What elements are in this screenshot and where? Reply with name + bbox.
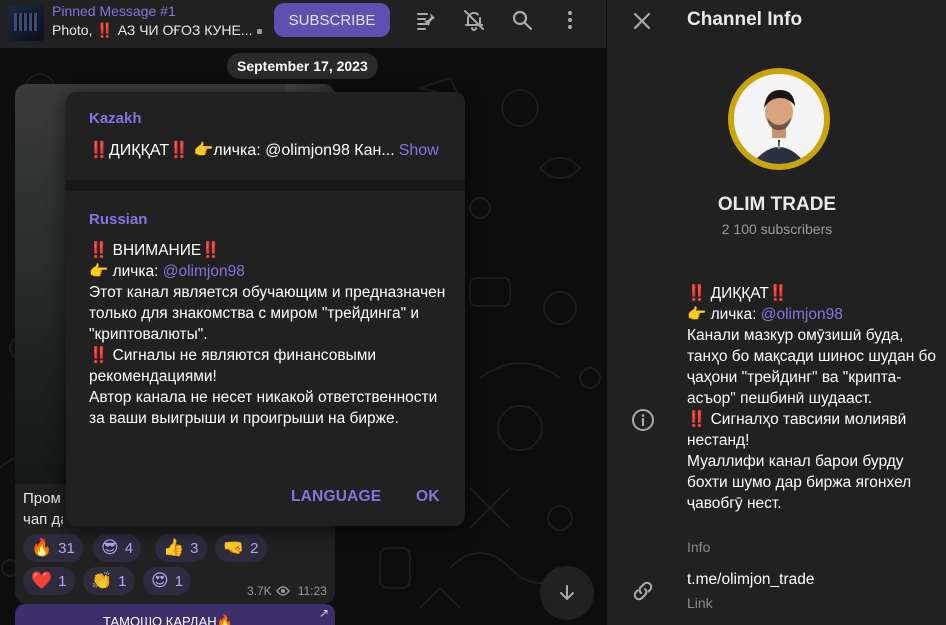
more-icon[interactable] <box>556 6 584 34</box>
pinned-message-indicator <box>256 28 262 34</box>
reaction-count: 4 <box>124 539 134 557</box>
description-line: 👉 личка: @olimjon98 <box>687 304 937 325</box>
message-text-line: чап да <box>23 511 63 528</box>
translated-text: ‼️ ВНИМАНИЕ‼️ 👉 личка: @olimjon98 Этот к… <box>89 240 449 429</box>
translated-line: Автор канала не несет никакой ответствен… <box>89 389 438 427</box>
username-link[interactable]: @olimjon98 <box>761 306 843 323</box>
channel-description[interactable]: ‼️ ДИҚҚАТ‼️ 👉 личка: @olimjon98 Канали м… <box>687 283 937 514</box>
chat-header: Pinned Message #1 Photo, ‼️ АЗ ЧИ ОҒОЗ К… <box>0 0 606 48</box>
reaction-emoji: 👍 <box>163 538 185 557</box>
telegram-window: Pinned Message #1 Photo, ‼️ АЗ ЧИ ОҒОЗ К… <box>0 0 946 625</box>
message-text-line: Пром <box>23 490 61 507</box>
reaction-chip[interactable]: ❤️ 1 <box>23 567 75 595</box>
description-line: Муаллифи канал барои бурду бохти шумо да… <box>687 453 912 512</box>
target-language-label: Russian <box>89 211 148 228</box>
pinned-list-icon[interactable] <box>413 6 441 34</box>
reaction-emoji: 😍 <box>151 571 169 590</box>
message-time: 11:23 <box>297 584 327 598</box>
channel-name: OLIM TRADE <box>717 194 837 215</box>
avatar-photo <box>734 74 824 164</box>
language-button[interactable]: LANGUAGE <box>291 488 381 506</box>
description-line-prefix: 👉 личка: <box>687 306 761 323</box>
panel-title: Channel Info <box>687 9 803 30</box>
message-meta: 3.7K 11:23 <box>247 584 327 598</box>
translated-line: ‼️ ВНИМАНИЕ‼️ <box>89 242 221 259</box>
show-more-link[interactable]: Show <box>399 142 439 159</box>
description-line: Канали мазкур омӯзишӣ буда, танҳо бо мақ… <box>687 327 937 407</box>
reaction-chip[interactable]: 🔥 31 <box>23 534 83 562</box>
reaction-count: 3 <box>190 539 199 557</box>
next-message-text: ТАМОШО КАРДАН🔥 <box>103 614 233 625</box>
username-link[interactable]: @olimjon98 <box>163 263 245 280</box>
message-text: Пром чап да <box>23 488 63 530</box>
search-icon[interactable] <box>508 6 536 34</box>
description-line: ‼️ ДИҚҚАТ‼️ <box>687 285 789 302</box>
ok-button[interactable]: OK <box>416 488 440 506</box>
channel-avatar[interactable] <box>728 68 830 170</box>
mute-icon[interactable] <box>460 6 488 34</box>
translated-line: Этот канал является обучающим и предназн… <box>89 284 446 343</box>
pinned-message-emoji: ‼️ <box>96 22 114 38</box>
arrow-down-icon <box>560 585 574 601</box>
link-row-label: Link <box>687 595 713 611</box>
translated-line: 👉 личка: @olimjon98 <box>89 261 449 282</box>
translated-line: ‼️ Сигналы не являются финансовыми реком… <box>89 347 377 385</box>
reaction-chip[interactable]: 🤜 2 <box>215 534 267 562</box>
reaction-chip[interactable]: 😎 4 <box>93 534 142 562</box>
reaction-chip[interactable]: 👏 1 <box>83 567 135 595</box>
kazakh-section: Kazakh ‼️ДИҚҚАТ‼️ 👉личка: @olimjon98 Кан… <box>66 92 465 180</box>
info-row-label: Info <box>687 539 711 555</box>
chat-area: Pinned Message #1 Photo, ‼️ АЗ ЧИ ОҒОЗ К… <box>0 0 606 625</box>
pinned-message-prefix: Photo, <box>52 22 97 38</box>
pinned-message-title[interactable]: Pinned Message #1 <box>52 3 176 19</box>
reaction-count: 1 <box>174 572 184 590</box>
link-icon <box>631 579 655 603</box>
channel-info-panel: Channel Info OLIM TRADE 2 100 subscriber… <box>606 0 946 625</box>
translated-line-prefix: 👉 личка: <box>89 263 163 280</box>
reaction-emoji: 👏 <box>91 571 113 590</box>
pinned-message-thumbnail[interactable] <box>8 5 44 41</box>
next-message-bubble[interactable]: ТАМОШО КАРДАН🔥 ↗ <box>15 604 335 625</box>
reaction-emoji: ❤️ <box>31 571 53 590</box>
pinned-message-preview[interactable]: Photo, ‼️ АЗ ЧИ ОҒОЗ КУНЕ... <box>52 22 262 39</box>
view-count: 3.7K <box>247 584 272 598</box>
reaction-emoji: 😎 <box>101 538 119 557</box>
reaction-count: 1 <box>58 572 67 590</box>
translate-dialog: Kazakh ‼️ДИҚҚАТ‼️ 👉личка: @olimjon98 Кан… <box>66 92 465 526</box>
subscribe-button[interactable]: SUBSCRIBE <box>274 3 390 37</box>
subscriber-count: 2 100 subscribers <box>721 221 833 237</box>
close-icon[interactable] <box>629 8 655 34</box>
dialog-divider <box>66 180 465 191</box>
scroll-down-button[interactable] <box>540 566 594 620</box>
date-separator: September 17, 2023 <box>227 53 378 79</box>
pinned-message-text: АЗ ЧИ ОҒОЗ КУНЕ... <box>113 22 253 38</box>
description-line: ‼️ Сигналҳо тавсияи молиявӣ нестанд! <box>687 411 907 449</box>
forward-arrow-icon[interactable]: ↗ <box>319 606 329 620</box>
eye-icon <box>275 586 290 596</box>
reaction-count: 2 <box>250 539 259 557</box>
reaction-chip[interactable]: 😍 1 <box>143 567 192 595</box>
reaction-chip[interactable]: 👍 3 <box>155 534 207 562</box>
source-text: ‼️ДИҚҚАТ‼️ 👉личка: @olimjon98 Кан... Show <box>89 140 439 160</box>
info-icon <box>631 408 655 432</box>
reaction-count: 31 <box>58 539 75 557</box>
reaction-emoji: 🔥 <box>31 538 53 557</box>
source-language-label: Kazakh <box>89 110 142 127</box>
reaction-count: 1 <box>118 572 127 590</box>
source-text-content: ‼️ДИҚҚАТ‼️ 👉личка: @olimjon98 Кан... <box>89 142 395 159</box>
reaction-emoji: 🤜 <box>223 538 245 557</box>
channel-link[interactable]: t.me/olimjon_trade <box>687 571 815 589</box>
